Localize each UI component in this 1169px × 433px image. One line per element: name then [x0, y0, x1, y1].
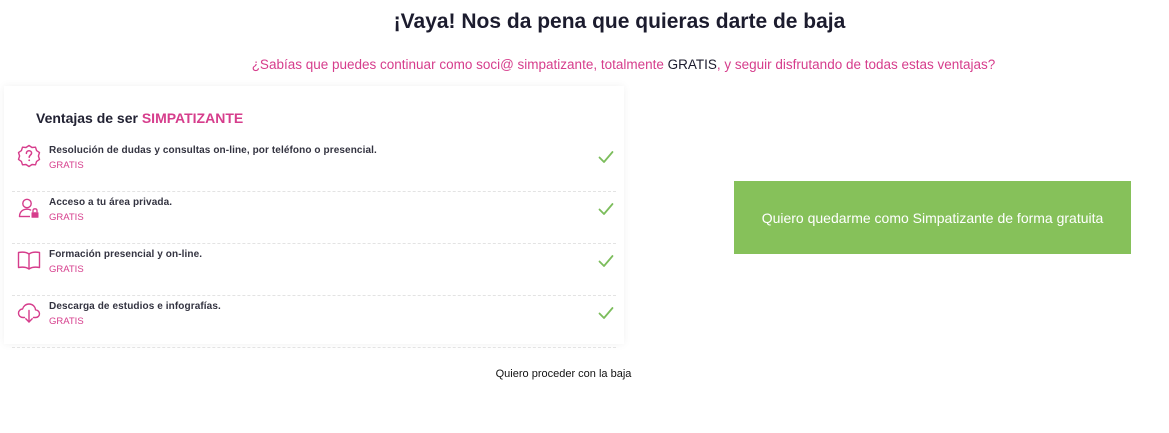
subtitle-text-start: ¿Sabías que puedes continuar como soci@ …: [251, 57, 668, 72]
open-book-icon: [17, 251, 41, 270]
subtitle-free-highlight: GRATIS: [667, 57, 717, 72]
benefit-item: Descarga de estudios e infografías. GRAT…: [12, 296, 616, 348]
benefit-free-label: GRATIS: [49, 212, 84, 223]
benefit-free-label: GRATIS: [49, 264, 84, 275]
benefits-heading-accent: SIMPATIZANTE: [141, 110, 244, 126]
check-icon: [598, 255, 614, 267]
benefit-free-label: GRATIS: [49, 316, 84, 327]
benefit-title: Descarga de estudios e infografías.: [49, 301, 221, 312]
proceed-unsubscribe-link[interactable]: Quiero proceder con la baja: [0, 368, 1127, 380]
stay-as-supporter-button[interactable]: Quiero quedarme como Simpatizante de for…: [734, 181, 1131, 254]
check-icon: [598, 307, 614, 319]
benefits-card: Ventajas de ser SIMPATIZANTE Resolución …: [4, 86, 624, 348]
benefit-free-label: GRATIS: [49, 160, 84, 171]
user-lock-icon: [18, 198, 39, 218]
benefit-item: Formación presencial y on-line. GRATIS: [12, 244, 616, 296]
benefit-title: Formación presencial y on-line.: [49, 249, 203, 260]
benefit-item: Resolución de dudas y consultas on-line,…: [12, 140, 616, 192]
benefit-title: Acceso a tu área privada.: [49, 197, 173, 208]
benefits-heading: Ventajas de ser SIMPATIZANTE: [36, 110, 243, 126]
subtitle-text-end: , y seguir disfrutando de todas estas ve…: [716, 57, 996, 72]
page-title: ¡Vaya! Nos da pena que quieras darte de …: [393, 10, 846, 33]
benefit-title: Resolución de dudas y consultas on-line,…: [49, 145, 377, 156]
benefit-item: Acceso a tu área privada. GRATIS: [12, 192, 616, 244]
check-icon: [598, 151, 614, 163]
question-badge-icon: [17, 144, 41, 168]
page-subtitle: ¿Sabías que puedes continuar como soci@ …: [0, 57, 1169, 72]
benefits-heading-prefix: Ventajas de ser: [36, 110, 142, 126]
cloud-download-icon: [17, 303, 41, 323]
check-icon: [598, 203, 614, 215]
